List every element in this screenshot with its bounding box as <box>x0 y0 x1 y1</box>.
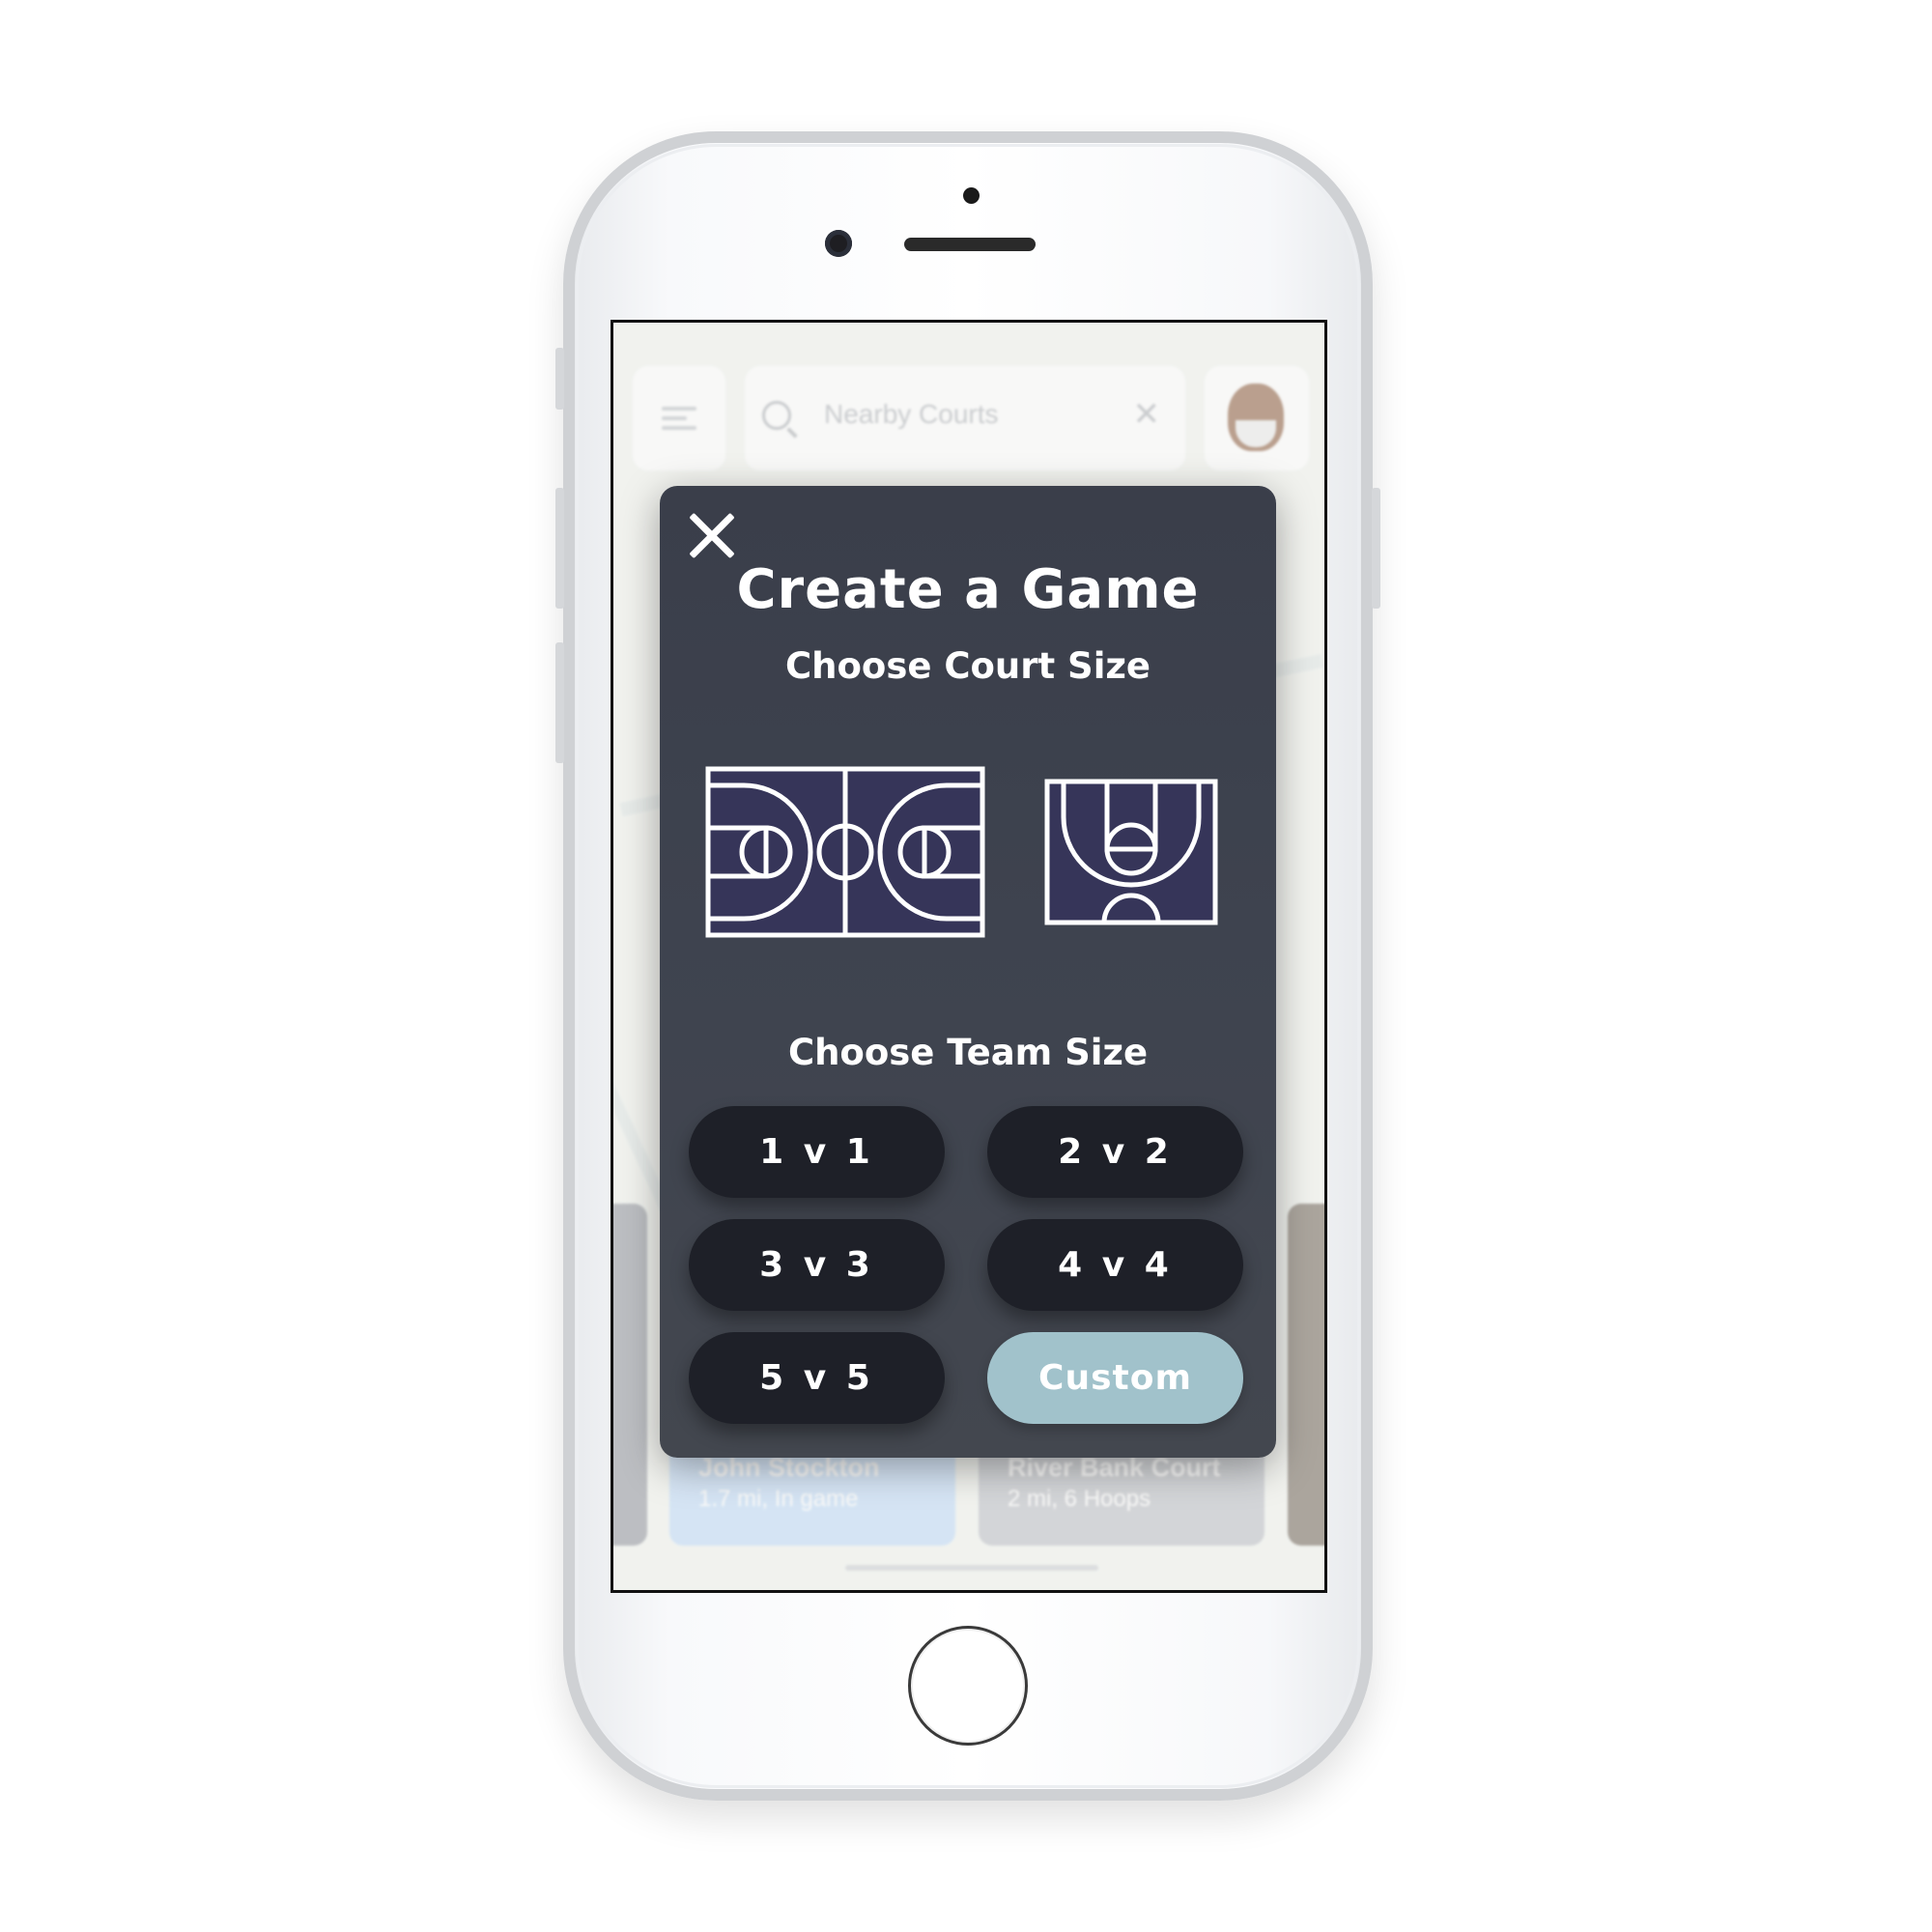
team-3v3-button[interactable]: 3 v 3 <box>689 1219 945 1311</box>
card-subtitle: 1.7 mi, In game <box>698 1486 859 1512</box>
home-indicator <box>845 1565 1098 1571</box>
modal-title: Create a Game <box>736 558 1200 621</box>
volume-down-button <box>555 642 564 763</box>
court-size-label: Choose Court Size <box>784 645 1151 687</box>
volume-up-button <box>555 488 564 609</box>
half-court-icon[interactable] <box>1044 779 1218 925</box>
create-game-modal: Create a Game Choose Court Size Choose T… <box>660 486 1276 1458</box>
card-subtitle: 2 mi, 6 Hoops <box>1008 1486 1151 1512</box>
team-4v4-button[interactable]: 4 v 4 <box>987 1219 1243 1311</box>
partial-card-left[interactable] <box>613 1204 647 1546</box>
close-icon[interactable] <box>687 511 737 561</box>
profile-button[interactable] <box>1205 366 1309 470</box>
team-custom-button[interactable]: Custom <box>987 1332 1243 1424</box>
clear-icon[interactable]: ✕ <box>1133 395 1161 434</box>
team-1v1-button[interactable]: 1 v 1 <box>689 1106 945 1198</box>
mute-switch <box>555 348 564 410</box>
search-value: Nearby Courts <box>824 399 999 429</box>
search-input[interactable]: Nearby Courts ✕ <box>745 366 1185 470</box>
proximity-sensor <box>963 187 980 204</box>
menu-button[interactable] <box>633 366 725 470</box>
team-2v2-button[interactable]: 2 v 2 <box>987 1106 1243 1198</box>
full-court-icon[interactable] <box>705 766 985 938</box>
power-button <box>1372 488 1380 609</box>
team-size-label: Choose Team Size <box>787 1032 1149 1073</box>
search-icon <box>762 401 791 430</box>
earpiece-speaker <box>904 238 1036 251</box>
partial-card-right[interactable] <box>1288 1204 1324 1546</box>
top-bar: Nearby Courts ✕ <box>613 366 1324 470</box>
team-5v5-button[interactable]: 5 v 5 <box>689 1332 945 1424</box>
home-button[interactable] <box>908 1626 1028 1746</box>
front-camera <box>825 230 852 257</box>
